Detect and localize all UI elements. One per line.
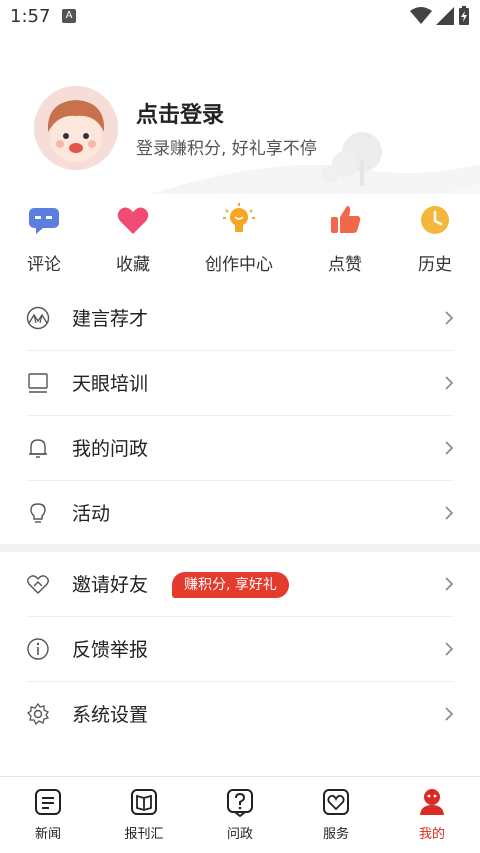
menu-item-activities[interactable]: 活动: [26, 481, 454, 546]
bottom-tab-bar: 新闻 报刊汇 问政 服务 我的: [0, 776, 480, 853]
menu-item-settings[interactable]: 系统设置: [26, 682, 454, 747]
section-divider: [0, 544, 480, 552]
tab-inquiry[interactable]: 问政: [200, 787, 280, 842]
lightbulb-icon: [223, 203, 255, 232]
chevron-right-icon: [445, 506, 454, 520]
clock-icon: [421, 206, 449, 234]
tab-label: 我的: [418, 827, 445, 842]
handshake-heart-icon: [27, 575, 49, 594]
chevron-right-icon: [445, 707, 454, 721]
menu-item-suggestion[interactable]: 建言荐才: [26, 286, 454, 351]
menu-item-invite-friends[interactable]: 邀请好友 赚积分, 享好礼: [26, 552, 454, 617]
heart-hand-icon: [323, 789, 349, 815]
quick-actions: 评论 收藏 创作中心 点赞 历史: [0, 194, 480, 284]
gear-icon: [26, 702, 50, 726]
quick-label: 创作中心: [205, 255, 273, 275]
chevron-right-icon: [445, 311, 454, 325]
mountain-icon: [26, 306, 50, 330]
chevron-right-icon: [445, 441, 454, 455]
battery-icon: [459, 6, 469, 25]
reward-badge: 赚积分, 享好礼: [172, 572, 289, 598]
wifi-icon: [410, 7, 432, 24]
avatar[interactable]: [34, 86, 118, 170]
bulb-icon: [30, 503, 46, 523]
menu-label: 反馈举报: [72, 639, 149, 661]
chevron-right-icon: [445, 642, 454, 656]
quick-comment[interactable]: 评论: [4, 194, 84, 275]
chevron-right-icon: [445, 577, 454, 591]
status-time: 1:57: [10, 6, 51, 27]
menu-label: 邀请好友: [72, 574, 149, 596]
cartoon-avatar-icon: [34, 86, 118, 170]
tab-label: 报刊汇: [124, 827, 164, 842]
thumbs-up-icon: [331, 206, 361, 233]
login-subtitle: 登录赚积分, 好礼享不停: [136, 139, 317, 159]
quick-history[interactable]: 历史: [395, 194, 475, 275]
tab-label: 服务: [322, 827, 349, 842]
menu-label: 建言荐才: [72, 308, 149, 330]
signal-icon: [436, 7, 454, 25]
tab-label: 新闻: [34, 827, 61, 842]
menu-label: 活动: [72, 503, 111, 525]
tab-services[interactable]: 服务: [296, 787, 376, 842]
menu-label: 我的问政: [72, 438, 149, 460]
login-title[interactable]: 点击登录: [136, 97, 224, 129]
quick-like[interactable]: 点赞: [305, 194, 385, 275]
quick-label: 点赞: [328, 255, 362, 275]
chevron-right-icon: [445, 376, 454, 390]
quick-label: 历史: [418, 255, 452, 275]
status-icons: [410, 6, 470, 26]
tab-newspapers[interactable]: 报刊汇: [104, 787, 184, 842]
tab-label: 问政: [226, 827, 253, 842]
profile-header: 点击登录 登录赚积分, 好礼享不停: [0, 34, 480, 194]
question-icon: [227, 789, 253, 817]
quick-favorite[interactable]: 收藏: [93, 194, 173, 275]
menu-item-my-inquiries[interactable]: 我的问政: [26, 416, 454, 481]
profile-icon: [420, 789, 444, 815]
menu-item-training[interactable]: 天眼培训: [26, 351, 454, 416]
menu-label: 天眼培训: [72, 373, 149, 395]
notification-icon: A: [62, 9, 76, 23]
info-icon: [27, 638, 49, 660]
bell-icon: [29, 439, 47, 458]
heart-icon: [117, 207, 149, 234]
quick-label: 评论: [27, 255, 61, 275]
tab-mine[interactable]: 我的: [392, 787, 472, 842]
quick-creation-center[interactable]: 创作中心: [199, 194, 279, 275]
tab-news[interactable]: 新闻: [8, 787, 88, 842]
menu-label: 系统设置: [72, 704, 149, 726]
menu-item-feedback[interactable]: 反馈举报: [26, 617, 454, 682]
menu-group-1: 建言荐才 天眼培训 我的问政 活动: [0, 286, 480, 546]
news-icon: [35, 789, 61, 815]
quick-label: 收藏: [116, 255, 150, 275]
status-bar: 1:57 A: [0, 0, 480, 34]
book-icon: [131, 789, 157, 815]
comment-icon: [29, 208, 59, 234]
menu-group-2: 邀请好友 赚积分, 享好礼 反馈举报 系统设置: [0, 552, 480, 747]
monitor-icon: [28, 373, 48, 393]
